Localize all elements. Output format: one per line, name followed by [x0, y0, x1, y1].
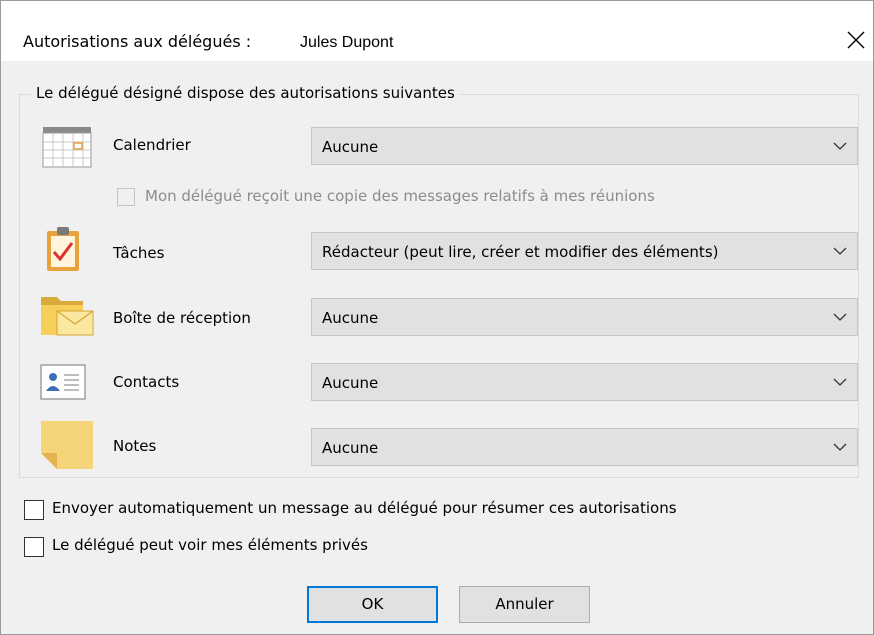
private-items-checkbox[interactable]	[24, 537, 44, 557]
tasks-icon	[39, 225, 95, 273]
calendar-permission-select[interactable]: Aucune	[311, 127, 858, 165]
delegate-name: Jules Dupont	[300, 34, 394, 51]
contacts-icon	[39, 359, 95, 407]
inbox-icon	[39, 291, 95, 339]
private-items-label: Le délégué peut voir mes éléments privés	[52, 536, 368, 554]
tasks-permission-value: Rédacteur (peut lire, créer et modifier …	[322, 243, 719, 261]
chevron-down-icon	[833, 142, 847, 150]
chevron-down-icon	[833, 313, 847, 321]
meeting-copy-checkbox[interactable]	[117, 188, 135, 206]
title-bar: Autorisations aux délégués : Jules Dupon…	[1, 1, 873, 61]
tasks-label: Tâches	[113, 244, 165, 262]
notes-label: Notes	[113, 437, 157, 455]
inbox-permission-select[interactable]: Aucune	[311, 298, 858, 336]
close-button[interactable]	[839, 23, 873, 57]
chevron-down-icon	[833, 443, 847, 451]
calendar-label: Calendrier	[113, 136, 191, 154]
cancel-button[interactable]: Annuler	[459, 586, 590, 623]
dialog-title: Autorisations aux délégués :	[23, 32, 252, 51]
contacts-permission-select[interactable]: Aucune	[311, 363, 858, 401]
calendar-permission-value: Aucune	[322, 138, 379, 156]
inbox-permission-value: Aucune	[322, 309, 379, 327]
chevron-down-icon	[833, 247, 847, 255]
notes-permission-value: Aucune	[322, 439, 379, 457]
contacts-label: Contacts	[113, 373, 180, 391]
delegate-permissions-dialog: Autorisations aux délégués : Jules Dupon…	[0, 0, 874, 635]
permissions-group-label: Le délégué désigné dispose des autorisat…	[31, 84, 460, 102]
meeting-copy-label: Mon délégué reçoit une copie des message…	[145, 187, 655, 205]
auto-send-label: Envoyer automatiquement un message au dé…	[52, 499, 677, 517]
notes-permission-select[interactable]: Aucune	[311, 428, 858, 466]
contacts-permission-value: Aucune	[322, 374, 379, 392]
chevron-down-icon	[833, 378, 847, 386]
ok-button[interactable]: OK	[307, 586, 438, 623]
notes-icon	[39, 419, 95, 469]
calendar-icon	[39, 123, 95, 171]
close-icon	[847, 31, 865, 49]
inbox-label: Boîte de réception	[113, 309, 251, 327]
auto-send-checkbox[interactable]	[24, 500, 44, 520]
tasks-permission-select[interactable]: Rédacteur (peut lire, créer et modifier …	[311, 232, 858, 270]
